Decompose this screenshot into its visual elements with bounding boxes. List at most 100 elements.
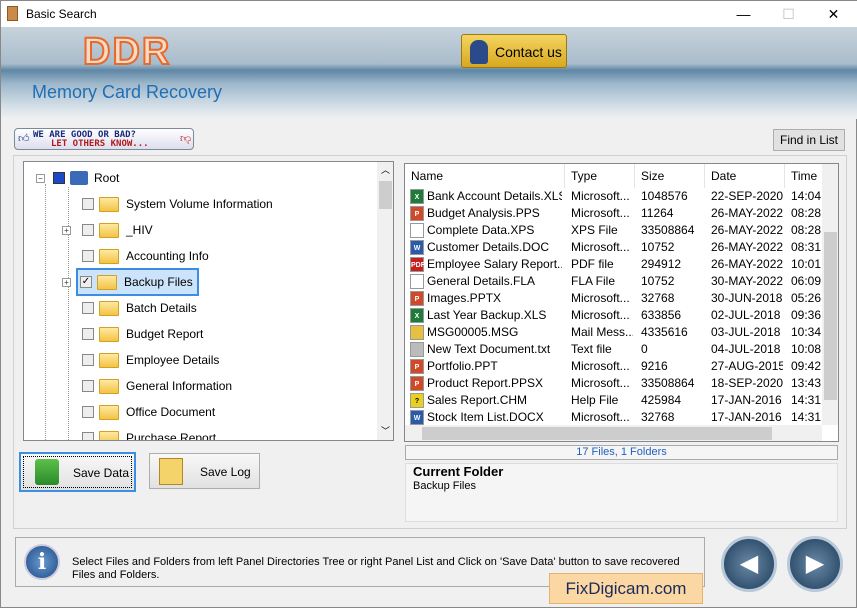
list-row[interactable]: P Portfolio.PPT Microsoft... 9216 27-AUG-201… (405, 358, 822, 375)
find-in-list-button[interactable]: Find in List (773, 129, 845, 151)
tree-item[interactable]: _HIV (82, 220, 153, 240)
column-header-name[interactable]: Name (405, 164, 565, 188)
tree-item[interactable]: Batch Details (82, 298, 197, 318)
cell-time: 06:09 (791, 274, 822, 288)
tree-item[interactable]: Budget Report (82, 324, 203, 344)
scroll-thumb[interactable] (379, 181, 392, 209)
scroll-thumb[interactable] (422, 427, 772, 440)
tree-item[interactable]: Employee Details (82, 350, 219, 370)
cell-time: 08:28 (791, 223, 822, 237)
list-row[interactable]: General Details.FLA FLA File 10752 30-MAY-2… (405, 273, 822, 290)
cell-date: 26-MAY-2022 (711, 240, 783, 254)
directory-tree[interactable]: − Root System Volume Information + _HIV A… (23, 161, 394, 441)
current-folder-panel: Current Folder Backup Files (405, 463, 838, 522)
tree-root[interactable]: − Root (36, 168, 119, 188)
tree-item-checkbox[interactable] (82, 328, 94, 340)
cell-time: 08:31 (791, 240, 822, 254)
excel-file-icon: X (410, 308, 424, 323)
tree-item-checkbox[interactable] (82, 250, 94, 262)
list-row[interactable]: W Customer Details.DOC Microsoft... 10752 26… (405, 239, 822, 256)
tree-item-checkbox[interactable] (82, 302, 94, 314)
folder-icon (99, 378, 119, 394)
list-row[interactable]: New Text Document.txt Text file 0 04-JUL-20… (405, 341, 822, 358)
expand-icon[interactable]: + (62, 226, 71, 235)
column-header-time[interactable]: Time (785, 164, 825, 188)
list-vertical-scrollbar[interactable] (822, 164, 838, 425)
tree-item[interactable]: Purchase Report (82, 428, 216, 440)
cell-date: 17-JAN-2016 (711, 410, 782, 424)
folder-icon (99, 430, 119, 440)
list-horizontal-scrollbar[interactable] (405, 425, 822, 441)
tree-item-checkbox[interactable] (82, 380, 94, 392)
scroll-down-icon[interactable]: ﹀ (377, 423, 393, 440)
feedback-button[interactable]: 👍︎ WE ARE GOOD OR BAD? LET OTHERS KNOW..… (14, 128, 194, 150)
cell-time: 14:31 (791, 410, 822, 424)
cell-date: 17-JAN-2016 (711, 393, 782, 407)
cell-date: 26-MAY-2022 (711, 223, 783, 237)
scroll-thumb[interactable] (824, 232, 837, 400)
tree-item-checkbox[interactable] (82, 406, 94, 418)
root-checkbox[interactable] (53, 172, 65, 184)
tree-item-checkbox[interactable] (82, 198, 94, 210)
list-row[interactable]: PDF Employee Salary Report.... PDF file 294… (405, 256, 822, 273)
cell-name: Bank Account Details.XLSX (427, 189, 562, 203)
list-row[interactable]: P Product Report.PPSX Microsoft... 33508864… (405, 375, 822, 392)
collapse-icon[interactable]: − (36, 173, 45, 183)
cell-date: 03-JUL-2018 (711, 325, 781, 339)
maximize-button[interactable]: ☐ (766, 1, 811, 27)
tree-item[interactable]: General Information (82, 376, 232, 396)
tree-item[interactable]: Accounting Info (82, 246, 209, 266)
tree-scrollbar[interactable]: ︿ ﹀ (377, 162, 393, 440)
list-row[interactable]: X Last Year Backup.XLS Microsoft... 633856 0… (405, 307, 822, 324)
tree-item-checkbox[interactable] (82, 224, 94, 236)
cell-type: Microsoft... (571, 240, 630, 254)
info-icon: i (24, 544, 60, 580)
tree-item-checkbox[interactable]: ✓ (80, 276, 92, 288)
close-button[interactable]: ✕ (811, 1, 856, 27)
feedback-line2: LET OTHERS KNOW... (51, 139, 149, 149)
expand-icon[interactable]: + (62, 278, 71, 287)
cell-name: Product Report.PPSX (427, 376, 544, 390)
list-row[interactable]: MSG00005.MSG Mail Mess... 4335616 03-JUL-20… (405, 324, 822, 341)
file-count-status: 17 Files, 1 Folders (405, 445, 838, 460)
back-button[interactable]: ◀ (721, 536, 777, 592)
forward-button[interactable]: ▶ (787, 536, 843, 592)
text-file-icon (410, 342, 424, 357)
product-name: Memory Card Recovery (32, 82, 223, 102)
save-data-button[interactable]: Save Data (19, 452, 136, 492)
cell-type: FLA File (571, 274, 616, 288)
cell-name: Stock Item List.DOCX (427, 410, 544, 424)
scroll-up-icon[interactable]: ︿ (377, 162, 393, 179)
list-row[interactable]: P Budget Analysis.PPS Microsoft... 11264 26-… (405, 205, 822, 222)
file-list[interactable]: Name Type Size Date Time X Bank Account Detai… (404, 163, 839, 442)
list-row[interactable]: Complete Data.XPS XPS File 33508864 26-MAY-… (405, 222, 822, 239)
list-row[interactable]: X Bank Account Details.XLSX Microsoft... 10… (405, 188, 822, 205)
window-title: Basic Search (26, 7, 97, 21)
tree-item[interactable]: System Volume Information (82, 194, 273, 214)
save-log-button[interactable]: Save Log (149, 453, 260, 489)
tree-item[interactable]: Office Document (82, 402, 215, 422)
cell-size: 10752 (641, 274, 675, 288)
folder-icon (99, 222, 119, 238)
contact-us-button[interactable]: Contact us (461, 34, 567, 68)
column-header-size[interactable]: Size (635, 164, 705, 188)
cell-name: Employee Salary Report.... (427, 257, 562, 271)
tree-item-checkbox[interactable] (82, 432, 94, 440)
list-row[interactable]: P Images.PPTX Microsoft... 32768 30-JUN-2018… (405, 290, 822, 307)
list-row[interactable]: W Stock Item List.DOCX Microsoft... 32768 17… (405, 409, 822, 426)
list-row[interactable]: ? Sales Report.CHM Help File 425984 17-JAN-2… (405, 392, 822, 409)
contact-us-label: Contact us (495, 44, 562, 60)
tree-item[interactable]: ✓ Backup Files (76, 268, 199, 296)
cell-size: 4335616 (641, 325, 688, 339)
cell-name: Portfolio.PPT (427, 359, 498, 373)
cell-size: 10752 (641, 240, 675, 254)
minimize-button[interactable]: — (721, 1, 766, 27)
column-header-date[interactable]: Date (705, 164, 785, 188)
blank-file-icon (410, 223, 424, 238)
cell-date: 26-MAY-2022 (711, 206, 783, 220)
cell-time: 09:36 (791, 308, 822, 322)
tree-item-checkbox[interactable] (82, 354, 94, 366)
column-header-type[interactable]: Type (565, 164, 635, 188)
cell-name: Sales Report.CHM (427, 393, 528, 407)
cell-time: 08:28 (791, 206, 822, 220)
